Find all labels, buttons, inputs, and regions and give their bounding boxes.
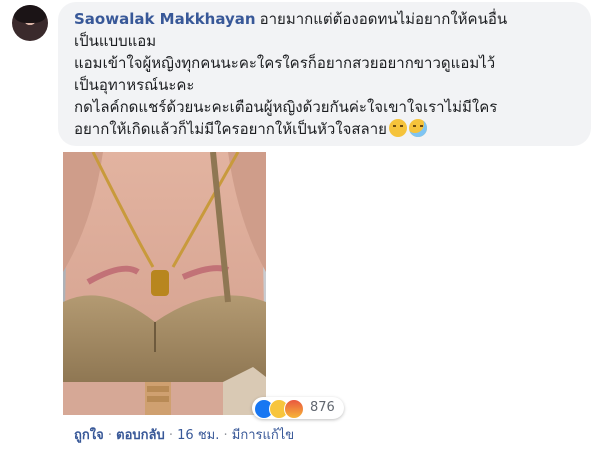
comment-line-1: อายมากแต่ต้องอดทนไม่อยากให้คนอื่น <box>259 10 508 28</box>
attached-photo[interactable] <box>63 152 266 415</box>
comment-line-2: เป็นแบบแอม <box>74 32 157 50</box>
timestamp[interactable]: 16 ชม. <box>177 428 219 443</box>
angry-icon <box>284 399 304 419</box>
reactions-summary[interactable]: 876 <box>252 397 344 419</box>
disappointed-face-icon <box>388 119 407 137</box>
separator: · <box>223 428 228 443</box>
comment-line-4: เป็นอุทาหรณ์นะคะ <box>74 76 195 94</box>
author-name[interactable]: Saowalak Makkhayan <box>74 10 256 28</box>
reaction-count: 876 <box>310 400 335 415</box>
separator: · <box>168 428 174 443</box>
edited-label[interactable]: มีการแก้ไข <box>232 428 294 443</box>
comment-body: Saowalak Makkhayan อายมากแต่ต้องอดทนไม่อย… <box>74 8 584 140</box>
comment-line-5: กดไลค์กดแชร์ด้วยนะคะเตือนผู้หญิงด้วยกันค… <box>74 98 498 116</box>
comment-line-6: อยากให้เกิดแล้วก็ไม่มีใครอยากให้เป็นหัวใ… <box>74 120 387 138</box>
photo-illustration <box>63 152 266 415</box>
reply-link[interactable]: ตอบกลับ <box>116 428 165 443</box>
comment-actions: ถูกใจ · ตอบกลับ · 16 ชม. · มีการแก้ไข <box>74 424 294 445</box>
like-link[interactable]: ถูกใจ <box>74 428 104 443</box>
avatar[interactable] <box>12 5 48 41</box>
separator: · <box>107 428 112 443</box>
crying-face-icon <box>408 119 427 137</box>
comment-line-3: แอมเข้าใจผู้หญิงทุกคนนะคะใครใครก็อยากสวย… <box>74 54 496 72</box>
